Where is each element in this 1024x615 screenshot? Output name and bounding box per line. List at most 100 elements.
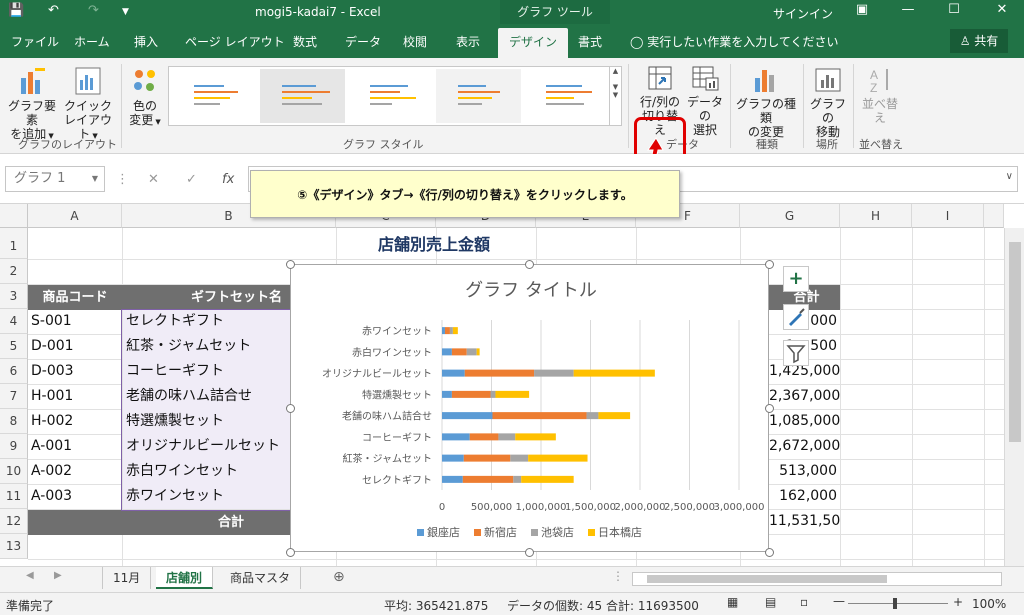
resize-handle[interactable]	[525, 260, 534, 269]
signin-link[interactable]: サインイン	[773, 5, 833, 22]
cell-code[interactable]: D-001	[31, 334, 121, 359]
chart-styles-brush-icon[interactable]	[783, 304, 809, 330]
chart-style-3[interactable]	[348, 69, 433, 123]
cell-total[interactable]: 2,367,000	[769, 384, 840, 409]
close-icon[interactable]: ✕	[992, 2, 1012, 17]
maximize-icon[interactable]: ☐	[944, 2, 964, 17]
tab-format[interactable]: 書式	[578, 33, 602, 50]
resize-handle[interactable]	[765, 548, 774, 557]
cell-code[interactable]: A-003	[31, 484, 121, 509]
tab-data[interactable]: データ	[345, 33, 381, 50]
chart-style-1[interactable]	[172, 69, 257, 123]
name-box[interactable]: グラフ 1 ▼	[5, 166, 105, 192]
page-layout-view-icon[interactable]: ▤	[765, 595, 776, 609]
redo-icon[interactable]: ↷	[88, 3, 99, 18]
row-header[interactable]: 4	[0, 309, 28, 334]
ribbon-display-options-icon[interactable]: ▣	[852, 2, 872, 17]
resize-handle[interactable]	[286, 548, 295, 557]
row-header[interactable]: 13	[0, 534, 28, 559]
gallery-scroll[interactable]: ▲ ▼ ▼	[609, 67, 621, 125]
chart-style-5[interactable]	[524, 69, 609, 123]
tab-split-icon[interactable]: ⋮	[612, 569, 624, 583]
formula-bar-handle-icon[interactable]: ⋮	[116, 172, 129, 187]
zoom-slider-thumb[interactable]	[893, 598, 897, 609]
change-colors-button[interactable]: 色の 変更 ▼	[124, 66, 166, 129]
tab-insert[interactable]: 挿入	[134, 33, 158, 50]
chart-object[interactable]: グラフ タイトル 0 500,000 1,000,000 1,500,000 2,000,…	[290, 264, 769, 552]
sheet-tab-nov[interactable]: 11月	[102, 567, 152, 589]
vertical-scrollbar[interactable]	[1004, 228, 1024, 566]
quick-layout-button[interactable]: クイック レイアウト ▼	[60, 66, 116, 143]
chart-elements-plus-icon[interactable]: +	[783, 266, 809, 292]
cell-code[interactable]: D-003	[31, 359, 121, 384]
save-icon[interactable]: 💾	[8, 3, 24, 18]
row-header[interactable]: 2	[0, 259, 28, 284]
tab-home[interactable]: ホーム	[74, 33, 110, 50]
sheet-title[interactable]: 店舗別売上金額	[290, 231, 578, 255]
resize-handle[interactable]	[765, 404, 774, 413]
zoom-level[interactable]: 100%	[972, 597, 1006, 611]
change-chart-type-button[interactable]: グラフの種類 の変更	[734, 66, 798, 139]
select-all-corner[interactable]	[0, 204, 28, 228]
row-header[interactable]: 5	[0, 334, 28, 359]
header-cell-code[interactable]: 商品コード	[28, 285, 122, 310]
column-header-I[interactable]: I	[912, 204, 984, 228]
row-header[interactable]: 3	[0, 284, 28, 309]
cell-code[interactable]: S-001	[31, 309, 121, 334]
resize-handle[interactable]	[525, 548, 534, 557]
customize-qat-icon[interactable]: ▼	[122, 7, 129, 17]
cell-total[interactable]: 2,672,000	[769, 434, 840, 459]
minimize-icon[interactable]: —	[898, 2, 918, 17]
zoom-out-icon[interactable]: —	[833, 594, 845, 608]
cancel-icon[interactable]: ✕	[148, 172, 159, 187]
insert-function-icon[interactable]: fx	[222, 172, 234, 187]
undo-icon[interactable]: ↶	[48, 3, 59, 18]
header-cell-name[interactable]: ギフトセット名	[122, 285, 290, 310]
row-header[interactable]: 8	[0, 409, 28, 434]
tab-design[interactable]: デザイン	[498, 28, 569, 58]
column-header-J[interactable]	[984, 204, 1004, 228]
tell-me-box[interactable]: ◯ 実行したい作業を入力してください	[630, 33, 839, 50]
cell-total[interactable]: 162,000	[769, 484, 840, 509]
tab-formulas[interactable]: 数式	[293, 33, 317, 50]
horizontal-scroll-thumb[interactable]	[647, 575, 887, 583]
cell-code[interactable]: A-001	[31, 434, 121, 459]
cell-code[interactable]: A-002	[31, 459, 121, 484]
cell-code[interactable]: H-002	[31, 409, 121, 434]
share-button[interactable]: ♙ 共有	[950, 29, 1008, 53]
column-header-A[interactable]: A	[28, 204, 122, 228]
row-header[interactable]: 9	[0, 434, 28, 459]
chart-style-4[interactable]	[436, 69, 521, 123]
expand-formula-icon[interactable]: ∨	[1006, 171, 1013, 182]
row-header[interactable]: 1	[0, 234, 28, 259]
add-chart-element-button[interactable]: グラフ要素 を追加 ▼	[4, 66, 60, 143]
column-header-H[interactable]: H	[840, 204, 912, 228]
enter-icon[interactable]: ✓	[186, 172, 197, 187]
footer-cell-total[interactable]: 11,531,500	[769, 509, 840, 534]
row-header[interactable]: 12	[0, 509, 28, 534]
new-sheet-icon[interactable]: ⊕	[333, 569, 345, 585]
sort-button[interactable]: A Z 並べ替え	[858, 66, 902, 125]
sheet-tab-by-store[interactable]: 店舗別	[156, 567, 214, 589]
row-header[interactable]: 11	[0, 484, 28, 509]
chart-style-2[interactable]	[260, 69, 345, 123]
cell-total[interactable]: 513,000	[769, 459, 840, 484]
move-chart-button[interactable]: グラフの 移動	[806, 66, 850, 139]
cell-code[interactable]: H-001	[31, 384, 121, 409]
tab-review[interactable]: 校閲	[403, 33, 427, 50]
name-box-dropdown-icon[interactable]: ▼	[92, 167, 98, 191]
scroll-right-icon[interactable]: ▶	[54, 570, 62, 581]
chart-filters-funnel-icon[interactable]	[783, 340, 809, 366]
chart-styles-gallery[interactable]: ▲ ▼ ▼	[168, 66, 622, 126]
zoom-in-icon[interactable]: +	[953, 595, 963, 609]
vertical-scroll-thumb[interactable]	[1009, 242, 1021, 442]
footer-cell-label[interactable]: 合計	[28, 510, 290, 535]
sheet-tab-product-master[interactable]: 商品マスタ	[220, 567, 302, 589]
row-header[interactable]: 7	[0, 384, 28, 409]
resize-handle[interactable]	[765, 260, 774, 269]
tab-file[interactable]: ファイル	[11, 33, 59, 50]
cell-total[interactable]: 1,085,000	[769, 409, 840, 434]
column-header-G[interactable]: G	[740, 204, 840, 228]
page-break-view-icon[interactable]: ▫	[800, 595, 808, 609]
zoom-slider[interactable]	[848, 603, 948, 604]
